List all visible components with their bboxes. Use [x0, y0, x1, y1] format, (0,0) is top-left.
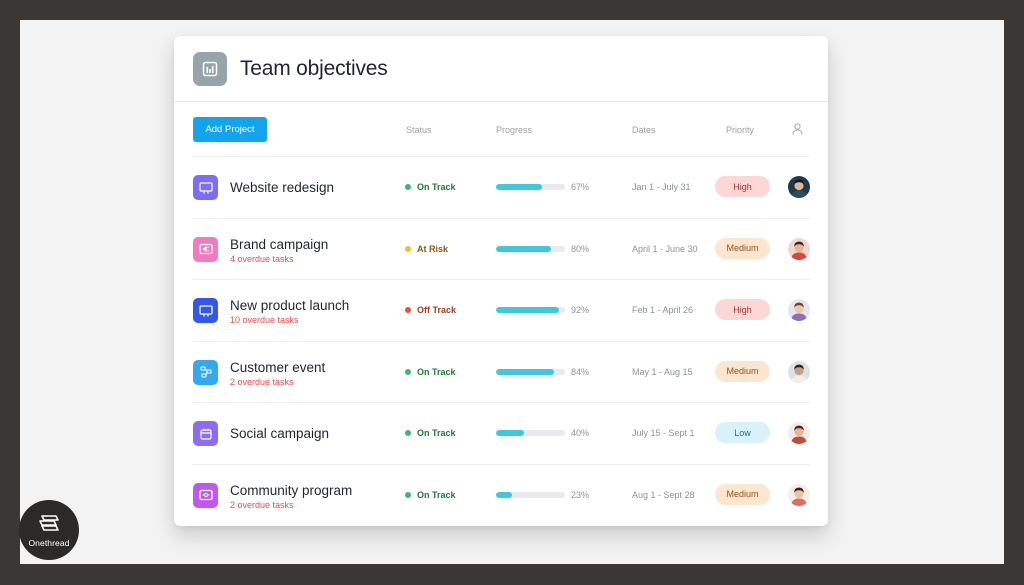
overdue-tasks-label[interactable]: 10 overdue tasks	[230, 315, 299, 325]
avatar[interactable]	[788, 360, 810, 383]
project-name[interactable]: Website redesign	[230, 180, 334, 195]
status-badge[interactable]: On Track	[405, 367, 456, 377]
priority-badge[interactable]: High	[715, 299, 770, 320]
progress-bar-fill	[496, 184, 543, 190]
status-badge[interactable]: On Track	[405, 428, 456, 438]
overdue-tasks-label[interactable]: 2 overdue tasks	[230, 377, 294, 387]
progress-bar-fill	[496, 491, 512, 498]
date-range: July 15 - Sept 1	[632, 428, 695, 438]
project-name[interactable]: Community program	[230, 483, 352, 498]
progress-bar-fill	[496, 430, 524, 436]
date-range: Aug 1 - Sept 28	[632, 489, 695, 500]
onethread-logo-icon: Onethread	[19, 500, 79, 560]
avatar[interactable]	[788, 299, 810, 321]
bar-chart-icon	[193, 51, 227, 86]
status-dot-icon	[405, 491, 411, 498]
status-dot-icon	[405, 307, 411, 313]
column-header-priority[interactable]: Priority	[726, 125, 754, 135]
progress-bar-fill	[496, 368, 554, 375]
avatar[interactable]	[788, 483, 810, 506]
projects-table: Website redesign On Track 67% Jan 1 - July …	[192, 156, 810, 525]
column-header-progress[interactable]: Progress	[496, 125, 532, 135]
status-badge[interactable]: On Track	[405, 182, 456, 192]
progress-percent: 84%	[571, 366, 590, 377]
megaphone-icon	[193, 236, 218, 262]
status-label: On Track	[417, 428, 456, 438]
progress-bar	[496, 430, 565, 436]
progress-bar	[496, 184, 565, 190]
add-project-button[interactable]: Add Project	[193, 117, 267, 142]
priority-badge[interactable]: Low	[715, 422, 770, 443]
priority-badge[interactable]: Medium	[715, 483, 770, 505]
status-dot-icon	[405, 184, 411, 190]
table-row[interactable]: Brand campaign 4 overdue tasks At Risk 80% A…	[192, 217, 810, 280]
progress-percent: 40%	[571, 428, 590, 438]
table-row[interactable]: New product launch 10 overdue tasks Off Tr…	[192, 279, 810, 341]
status-badge[interactable]: Off Track	[405, 305, 456, 315]
overdue-tasks-label[interactable]: 2 overdue tasks	[230, 500, 294, 510]
priority-badge[interactable]: Medium	[715, 237, 770, 259]
progress-percent: 80%	[571, 243, 590, 254]
progress-bar	[496, 245, 565, 252]
date-range: May 1 - Aug 15	[632, 366, 693, 377]
progress-bar-fill	[496, 307, 560, 313]
table-row[interactable]: Website redesign On Track 67% Jan 1 - July …	[192, 156, 810, 218]
status-badge[interactable]: At Risk	[405, 244, 448, 254]
project-name[interactable]: Brand campaign	[230, 237, 328, 252]
project-name[interactable]: New product launch	[230, 298, 349, 313]
project-name[interactable]: Customer event	[230, 360, 325, 375]
avatar[interactable]	[788, 422, 810, 444]
table-row[interactable]: Community program 2 overdue tasks On Track…	[192, 463, 810, 526]
status-label: Off Track	[417, 305, 457, 315]
person-icon[interactable]	[792, 122, 803, 140]
date-range: Jan 1 - July 31	[632, 182, 691, 192]
team-objectives-card: Team objectives Add Project Status Progr…	[174, 36, 828, 526]
date-range: April 1 - June 30	[632, 243, 698, 254]
status-dot-icon	[405, 368, 411, 375]
status-label: On Track	[417, 489, 456, 500]
column-header-dates[interactable]: Dates	[632, 125, 656, 135]
progress-percent: 67%	[571, 182, 590, 192]
progress-percent: 92%	[571, 305, 590, 315]
community-icon	[193, 482, 218, 508]
avatar[interactable]	[788, 176, 810, 198]
status-label: At Risk	[417, 243, 449, 254]
status-badge[interactable]: On Track	[405, 490, 456, 500]
status-label: On Track	[417, 366, 456, 377]
progress-bar-fill	[496, 245, 552, 252]
priority-badge[interactable]: High	[715, 176, 770, 197]
status-dot-icon	[405, 430, 411, 436]
event-icon	[193, 359, 218, 385]
browser-icon	[193, 175, 218, 200]
progress-bar	[496, 307, 565, 313]
table-header: Add Project Status Progress Dates Priori…	[174, 102, 828, 156]
progress-bar	[496, 491, 565, 498]
progress-bar	[496, 368, 565, 375]
table-row[interactable]: Social campaign On Track 40% July 15 - Sept…	[192, 402, 810, 464]
launch-icon	[193, 298, 218, 323]
status-dot-icon	[405, 245, 411, 252]
calendar-icon	[193, 421, 218, 446]
avatar[interactable]	[788, 237, 810, 260]
priority-badge[interactable]: Medium	[715, 360, 770, 382]
overdue-tasks-label[interactable]: 4 overdue tasks	[230, 254, 294, 264]
status-label: On Track	[417, 182, 456, 192]
progress-percent: 23%	[571, 489, 590, 500]
page-title: Team objectives	[240, 56, 388, 80]
table-row[interactable]: Customer event 2 overdue tasks On Track 84%…	[192, 340, 810, 403]
date-range: Feb 1 - April 26	[632, 305, 694, 315]
column-header-status[interactable]: Status	[406, 125, 432, 135]
project-name[interactable]: Social campaign	[230, 426, 329, 441]
watermark-text: Onethread	[28, 537, 70, 548]
card-header: Team objectives	[174, 36, 828, 102]
